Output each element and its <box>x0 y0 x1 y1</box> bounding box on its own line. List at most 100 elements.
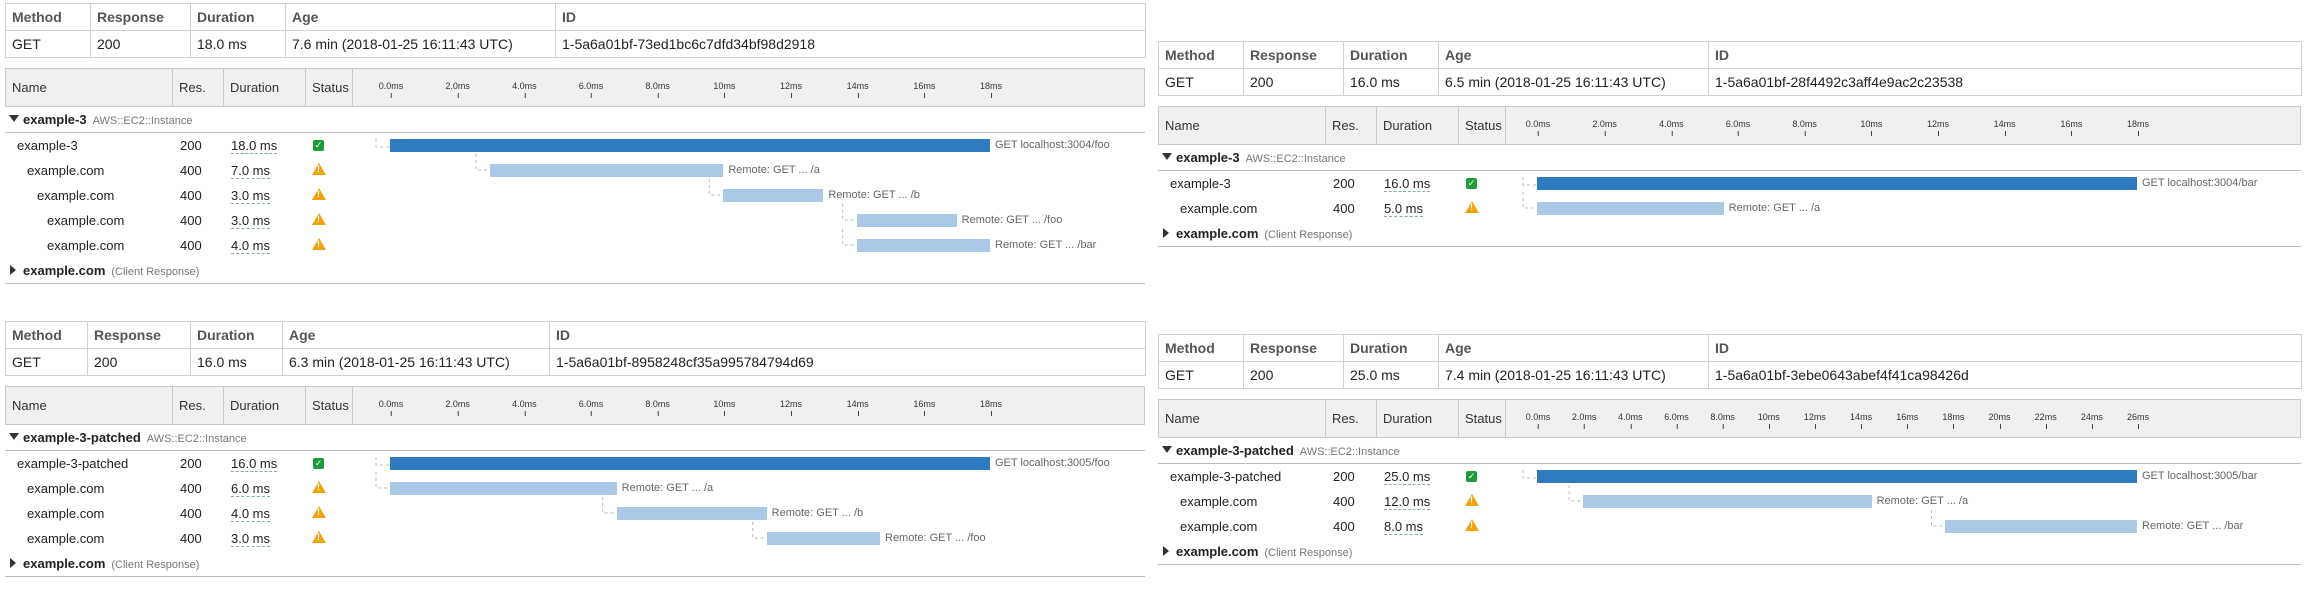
segment-duration[interactable]: 16.0 ms <box>231 451 278 476</box>
segment-duration-link[interactable]: 4.0 ms <box>231 506 271 522</box>
segment-row[interactable]: example.com 400 4.0 ms Remote: GET ... /bar <box>5 233 1145 258</box>
collapse-caret-icon[interactable] <box>9 433 19 440</box>
segment-duration-link[interactable]: 6.0 ms <box>231 481 271 497</box>
column-header-name[interactable]: Name <box>6 69 173 106</box>
segment-row[interactable]: example-3 200 18.0 ms ✓ GET localhost:3004/f… <box>5 133 1145 158</box>
timeline-bar[interactable] <box>390 482 617 495</box>
summary-value-response: 200 <box>1243 68 1344 96</box>
timeline-bar[interactable] <box>1945 520 2137 533</box>
segment-row[interactable]: example-3-patched 200 16.0 ms ✓ GET localhos… <box>5 451 1145 476</box>
segment-row[interactable]: example.com 400 8.0 ms Remote: GET ... /bar <box>1158 514 2301 539</box>
segment-duration-link[interactable]: 3.0 ms <box>231 213 271 229</box>
segment-duration[interactable]: 8.0 ms <box>1384 514 1424 539</box>
segment-row[interactable]: example-3-patched 200 25.0 ms ✓ GET localhos… <box>1158 464 2301 489</box>
client-response-group-header[interactable]: example.com (Client Response) <box>5 551 1145 577</box>
timeline-bar[interactable] <box>856 214 957 227</box>
segment-row[interactable]: example.com 400 3.0 ms Remote: GET ... /foo <box>5 208 1145 233</box>
segment-row[interactable]: example.com 400 3.0 ms Remote: GET ... /b <box>5 183 1145 208</box>
segment-duration-link[interactable]: 8.0 ms <box>1384 519 1424 535</box>
service-group-header[interactable]: example-3 AWS::EC2::Instance <box>1158 145 2301 171</box>
segment-duration-link[interactable]: 16.0 ms <box>231 456 278 472</box>
client-response-group-header[interactable]: example.com (Client Response) <box>1158 221 2301 247</box>
segment-row[interactable]: example.com 400 4.0 ms Remote: GET ... /b <box>5 501 1145 526</box>
column-header-name[interactable]: Name <box>1159 400 1326 437</box>
segment-response-code: 400 <box>1333 494 1355 509</box>
summary-value-row[interactable]: GET 200 18.0 ms 7.6 min (2018-01-25 16:11:4… <box>5 30 1146 58</box>
segment-duration[interactable]: 3.0 ms <box>231 526 271 551</box>
column-header-duration[interactable]: Duration <box>1377 107 1459 144</box>
timeline-bar[interactable] <box>1583 495 1872 508</box>
segment-duration[interactable]: 12.0 ms <box>1384 489 1431 514</box>
segment-duration-link[interactable]: 5.0 ms <box>1384 201 1424 217</box>
column-header-status[interactable]: Status <box>306 69 353 106</box>
segment-duration[interactable]: 16.0 ms <box>1384 171 1431 196</box>
segment-duration-link[interactable]: 25.0 ms <box>1384 469 1431 485</box>
expand-caret-icon[interactable] <box>1163 228 1169 238</box>
column-header-name[interactable]: Name <box>6 387 173 424</box>
summary-value-row[interactable]: GET 200 25.0 ms 7.4 min (2018-01-25 16:11:4… <box>1158 361 2302 389</box>
expand-caret-icon[interactable] <box>10 265 16 275</box>
segment-duration[interactable]: 6.0 ms <box>231 476 271 501</box>
segment-duration-link[interactable]: 3.0 ms <box>231 188 271 204</box>
column-header-res[interactable]: Res. <box>173 69 224 106</box>
timeline-bar[interactable] <box>856 239 990 252</box>
segment-duration-link[interactable]: 4.0 ms <box>231 238 271 254</box>
timeline-tick-label: 0.0ms <box>1525 119 1551 136</box>
column-header-status[interactable]: Status <box>1459 400 1506 437</box>
service-group-header[interactable]: example-3-patched AWS::EC2::Instance <box>5 425 1145 451</box>
segment-duration-link[interactable]: 18.0 ms <box>231 138 278 154</box>
column-header-name[interactable]: Name <box>1159 107 1326 144</box>
service-group-header[interactable]: example-3 AWS::EC2::Instance <box>5 107 1145 133</box>
summary-header-duration: Duration <box>190 3 286 31</box>
service-group-header[interactable]: example-3-patched AWS::EC2::Instance <box>1158 438 2301 464</box>
segment-row[interactable]: example.com 400 5.0 ms Remote: GET ... /a <box>1158 196 2301 221</box>
segment-duration[interactable]: 18.0 ms <box>231 133 278 158</box>
segment-duration[interactable]: 4.0 ms <box>231 501 271 526</box>
trace-panel: Method Response Duration Age ID GET 200 18.0 ms… <box>5 3 1146 284</box>
timeline-bar[interactable] <box>1537 177 2137 190</box>
client-type: (Client Response) <box>1264 229 1353 241</box>
segment-row[interactable]: example.com 400 3.0 ms Remote: GET ... /foo <box>5 526 1145 551</box>
collapse-caret-icon[interactable] <box>1162 153 1172 160</box>
column-header-res[interactable]: Res. <box>173 387 224 424</box>
summary-value-row[interactable]: GET 200 16.0 ms 6.3 min (2018-01-25 16:11:4… <box>5 348 1146 376</box>
timeline-bar[interactable] <box>723 189 824 202</box>
timeline-bar[interactable] <box>490 164 724 177</box>
timeline-bar[interactable] <box>766 532 880 545</box>
summary-value-row[interactable]: GET 200 16.0 ms 6.5 min (2018-01-25 16:11:4… <box>1158 68 2302 96</box>
segment-duration-link[interactable]: 7.0 ms <box>231 163 271 179</box>
segment-row[interactable]: example.com 400 7.0 ms Remote: GET ... /a <box>5 158 1145 183</box>
column-header-duration[interactable]: Duration <box>224 69 306 106</box>
segment-row[interactable]: example.com 400 12.0 ms Remote: GET ... /a <box>1158 489 2301 514</box>
segment-duration[interactable]: 3.0 ms <box>231 183 271 208</box>
segment-duration[interactable]: 5.0 ms <box>1384 196 1424 221</box>
timeline-bar[interactable] <box>1537 470 2137 483</box>
expand-caret-icon[interactable] <box>10 558 16 568</box>
segment-duration-link[interactable]: 12.0 ms <box>1384 494 1431 510</box>
timeline-bar[interactable] <box>1537 202 1724 215</box>
segment-duration[interactable]: 3.0 ms <box>231 208 271 233</box>
column-header-status[interactable]: Status <box>306 387 353 424</box>
timeline-bar[interactable] <box>390 139 990 152</box>
segment-row[interactable]: example.com 400 6.0 ms Remote: GET ... /a <box>5 476 1145 501</box>
client-response-group-header[interactable]: example.com (Client Response) <box>5 258 1145 284</box>
timeline-bar[interactable] <box>616 507 767 520</box>
column-header-duration[interactable]: Duration <box>1377 400 1459 437</box>
segment-duration[interactable]: 25.0 ms <box>1384 464 1431 489</box>
column-header-duration[interactable]: Duration <box>224 387 306 424</box>
column-header-res[interactable]: Res. <box>1326 107 1377 144</box>
client-response-group-header[interactable]: example.com (Client Response) <box>1158 539 2301 565</box>
service-group-name: example-3 AWS::EC2::Instance <box>23 107 192 134</box>
segment-duration-link[interactable]: 3.0 ms <box>231 531 271 547</box>
column-header-res[interactable]: Res. <box>1326 400 1377 437</box>
segment-duration-link[interactable]: 16.0 ms <box>1384 176 1431 192</box>
collapse-caret-icon[interactable] <box>9 115 19 122</box>
expand-caret-icon[interactable] <box>1163 546 1169 556</box>
timeline-bar[interactable] <box>390 457 990 470</box>
segment-duration[interactable]: 7.0 ms <box>231 158 271 183</box>
segments-table-header: Name Res. Duration Status 0.0ms 2.0ms 4.0ms 6.0… <box>5 386 1145 425</box>
column-header-status[interactable]: Status <box>1459 107 1506 144</box>
segment-duration[interactable]: 4.0 ms <box>231 233 271 258</box>
segment-row[interactable]: example-3 200 16.0 ms ✓ GET localhost:3004/b… <box>1158 171 2301 196</box>
collapse-caret-icon[interactable] <box>1162 446 1172 453</box>
